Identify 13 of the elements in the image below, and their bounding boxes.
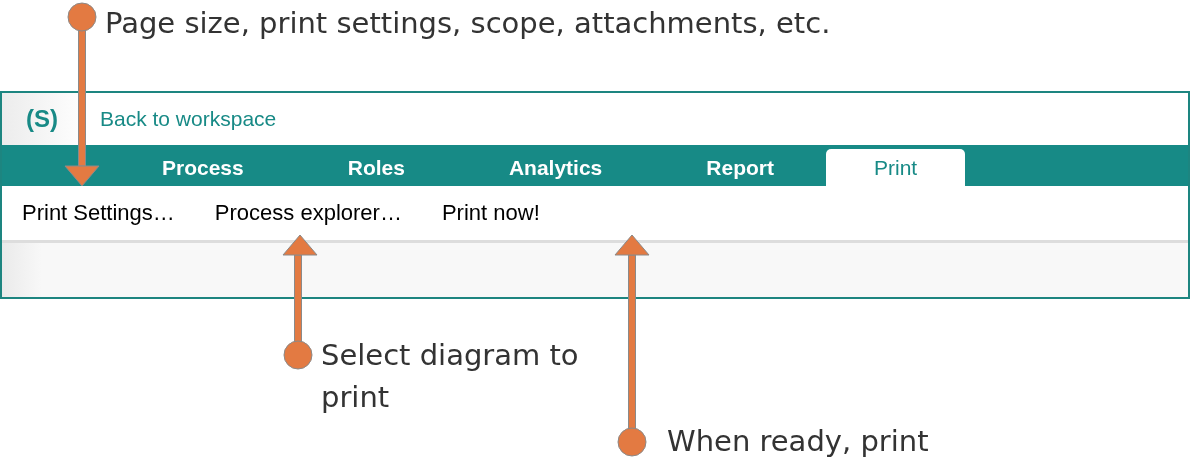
logo: (S) [26, 105, 59, 133]
annotation-text: Page size, print settings, scope, attachments, etc. [105, 5, 832, 42]
tab[interactable]: Report [654, 149, 826, 186]
annotation-text: Select diagram to print [321, 337, 580, 416]
annotation-text: When ready, print [667, 423, 930, 460]
tab[interactable]: Process [110, 149, 296, 186]
tab[interactable]: Analytics [456, 149, 655, 186]
toolbar-item[interactable]: Print now! [441, 200, 540, 226]
tab[interactable]: Print [825, 149, 966, 186]
toolbar-item[interactable]: Print Settings… [22, 200, 175, 226]
back-link[interactable]: Back to workspace [100, 107, 277, 131]
toolbar-item[interactable]: Process explorer… [214, 200, 402, 226]
tab[interactable]: Roles [295, 149, 457, 186]
